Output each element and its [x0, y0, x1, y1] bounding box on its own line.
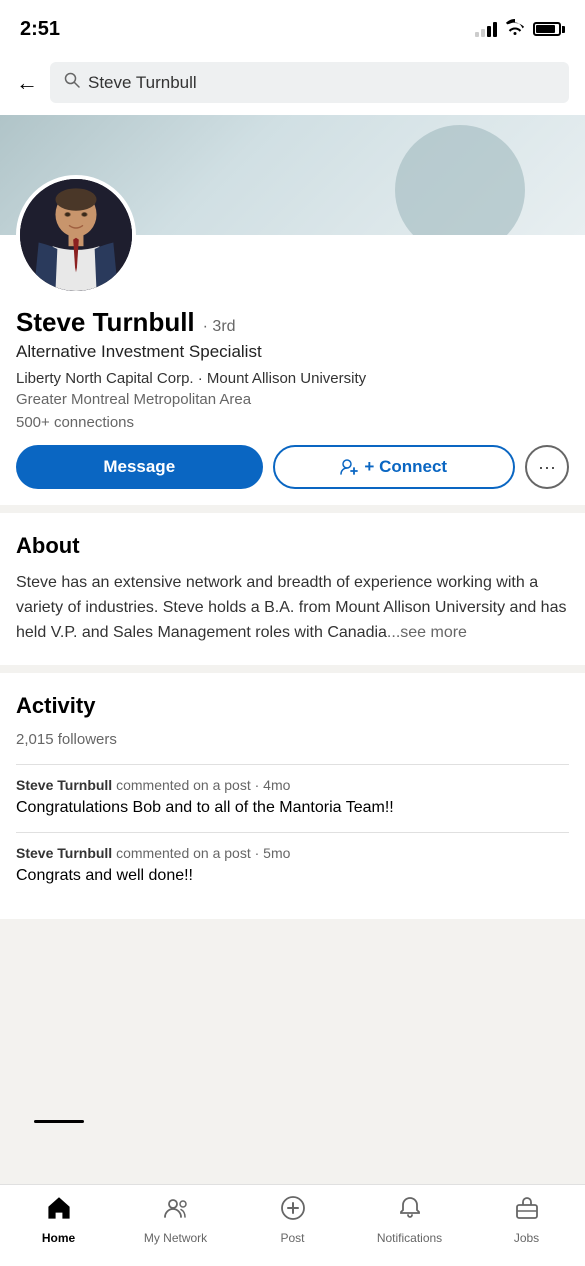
- activity-actor-2: Steve Turnbull: [16, 845, 112, 861]
- connect-icon: [340, 458, 358, 476]
- profile-info: Steve Turnbull · 3rd Alternative Investm…: [0, 295, 585, 505]
- activity-action-1: commented on a post · 4mo: [116, 777, 290, 793]
- nav-notifications[interactable]: Notifications: [351, 1185, 468, 1246]
- about-section: About Steve has an extensive network and…: [0, 513, 585, 665]
- see-more-button[interactable]: ...see more: [387, 624, 467, 641]
- search-value: Steve Turnbull: [88, 73, 197, 93]
- more-dots: ···: [538, 457, 556, 478]
- profile-location: Greater Montreal Metropolitan Area: [16, 391, 569, 408]
- profile-card: Steve Turnbull · 3rd Alternative Investm…: [0, 115, 585, 505]
- message-button[interactable]: Message: [16, 445, 263, 489]
- search-icon: [64, 72, 80, 93]
- profile-name: Steve Turnbull: [16, 307, 195, 338]
- profile-headline: Alternative Investment Specialist: [16, 342, 569, 362]
- profile-company: Liberty North Capital Corp. · Mount Alli…: [16, 368, 569, 389]
- activity-actor-1: Steve Turnbull: [16, 777, 112, 793]
- search-bar: ← Steve Turnbull: [0, 54, 585, 115]
- home-icon: [46, 1195, 72, 1228]
- profile-connections: 500+ connections: [16, 414, 569, 431]
- more-button[interactable]: ···: [525, 445, 569, 489]
- about-title: About: [16, 533, 569, 559]
- briefcase-icon: [514, 1195, 540, 1228]
- bottom-nav: Home My Network Post: [0, 1184, 585, 1266]
- search-input-wrap[interactable]: Steve Turnbull: [50, 62, 569, 103]
- banner-decoration: [395, 125, 525, 235]
- nav-jobs-label: Jobs: [514, 1231, 539, 1245]
- nav-notifications-label: Notifications: [377, 1231, 442, 1245]
- activity-meta-2: Steve Turnbull commented on a post · 5mo: [16, 845, 569, 861]
- status-time: 2:51: [20, 18, 60, 41]
- status-icons: [475, 19, 565, 40]
- nav-post[interactable]: Post: [234, 1185, 351, 1246]
- home-active-indicator: [34, 1120, 84, 1123]
- activity-meta-1: Steve Turnbull commented on a post · 4mo: [16, 777, 569, 793]
- nav-home-label: Home: [42, 1231, 75, 1245]
- activity-section: Activity 2,015 followers Steve Turnbull …: [0, 673, 585, 919]
- back-button[interactable]: ←: [16, 70, 38, 96]
- nav-jobs[interactable]: Jobs: [468, 1185, 585, 1246]
- connect-button[interactable]: + Connect: [273, 445, 516, 489]
- signal-icon: [475, 21, 497, 37]
- action-row: Message + Connect ···: [16, 445, 569, 489]
- activity-content-1: Congratulations Bob and to all of the Ma…: [16, 797, 569, 819]
- nav-my-network[interactable]: My Network: [117, 1185, 234, 1246]
- about-content: Steve has an extensive network and bread…: [16, 574, 566, 641]
- connect-label: + Connect: [364, 457, 447, 477]
- activity-content-2: Congrats and well done!!: [16, 865, 569, 887]
- people-icon: [163, 1195, 189, 1228]
- avatar-image: [20, 179, 132, 291]
- battery-icon: [533, 22, 565, 36]
- activity-action-2: commented on a post · 5mo: [116, 845, 290, 861]
- name-row: Steve Turnbull · 3rd: [16, 307, 569, 338]
- nav-my-network-label: My Network: [144, 1231, 207, 1245]
- avatar: [16, 175, 136, 295]
- degree-badge: · 3rd: [203, 318, 236, 336]
- wifi-icon: [505, 19, 525, 40]
- activity-title: Activity: [16, 693, 569, 719]
- nav-home[interactable]: Home: [0, 1185, 117, 1246]
- activity-item-1: Steve Turnbull commented on a post · 4mo…: [16, 764, 569, 831]
- post-icon: [280, 1195, 306, 1228]
- activity-item-2: Steve Turnbull commented on a post · 5mo…: [16, 832, 569, 899]
- activity-followers: 2,015 followers: [16, 731, 569, 748]
- status-bar: 2:51: [0, 0, 585, 54]
- about-text: Steve has an extensive network and bread…: [16, 571, 569, 645]
- nav-post-label: Post: [280, 1231, 304, 1245]
- bell-icon: [397, 1195, 423, 1228]
